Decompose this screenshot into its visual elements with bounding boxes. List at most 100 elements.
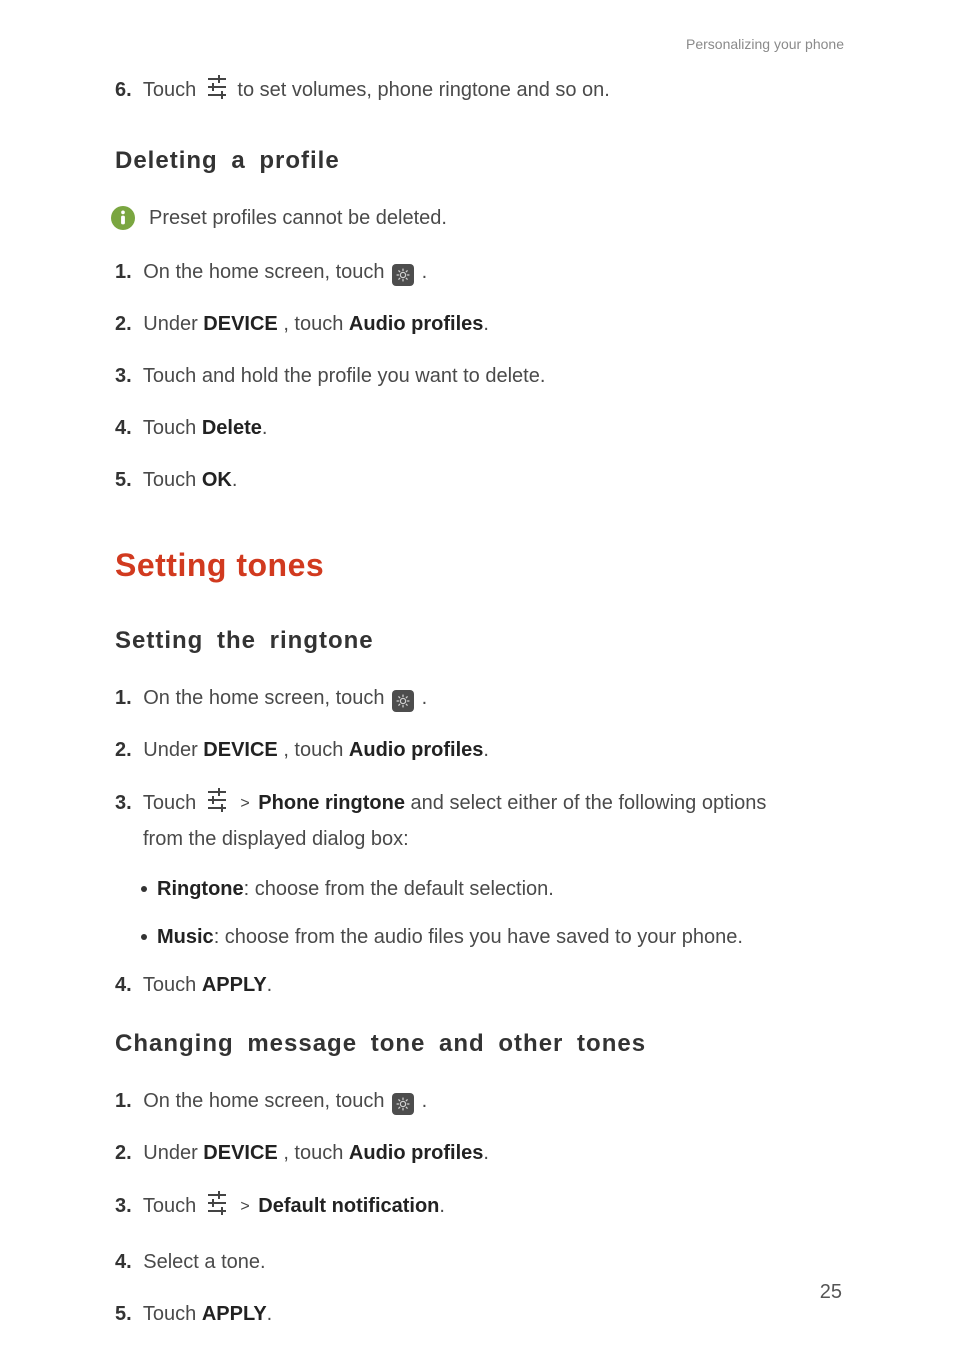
running-head: Personalizing your phone xyxy=(686,34,844,55)
text: Under xyxy=(143,313,203,335)
settings-icon xyxy=(392,690,414,712)
text: : choose from the audio files you have s… xyxy=(214,926,743,948)
bold-text: DEVICE xyxy=(203,313,277,335)
caret-icon: > xyxy=(240,1198,249,1215)
text: . xyxy=(483,1142,489,1164)
bold-text: Delete xyxy=(202,417,262,439)
text: . xyxy=(439,1195,445,1217)
text: . xyxy=(262,417,268,439)
step-number: 5. xyxy=(115,469,132,491)
msg-step-2: 2. Under DEVICE , touch Audio profiles. xyxy=(115,1138,844,1168)
text: . xyxy=(232,469,238,491)
bold-text: OK xyxy=(202,469,232,491)
page-number: 25 xyxy=(820,1277,842,1307)
bullet-icon xyxy=(141,886,147,892)
text: Touch xyxy=(143,417,202,439)
section-heading: Setting tones xyxy=(115,541,844,589)
bold-text: Music xyxy=(157,926,214,948)
step-number: 2. xyxy=(115,1142,132,1164)
bold-text: APPLY xyxy=(202,1303,267,1325)
text: : choose from the default selection. xyxy=(244,878,554,900)
step-number: 1. xyxy=(115,1090,132,1112)
ring-step-4: 4. Touch APPLY. xyxy=(115,970,844,1000)
ring-bullet-2: Music: choose from the audio files you h… xyxy=(141,922,844,952)
bold-text: Audio profiles xyxy=(349,313,483,335)
step-number: 1. xyxy=(115,261,132,283)
step-number: 1. xyxy=(115,687,132,709)
text: On the home screen, touch xyxy=(143,1090,390,1112)
text: Touch xyxy=(143,1303,202,1325)
bold-text: Default notification xyxy=(258,1195,439,1217)
step-number: 2. xyxy=(115,739,132,761)
bold-text: DEVICE xyxy=(203,1142,277,1164)
bold-text: Ringtone xyxy=(157,878,244,900)
text: Under xyxy=(143,1142,203,1164)
text: , touch xyxy=(283,739,349,761)
sliders-icon xyxy=(206,74,228,109)
step-number: 3. xyxy=(115,792,132,814)
bold-text: APPLY xyxy=(202,974,267,996)
text: Touch xyxy=(143,469,202,491)
bold-text: Audio profiles xyxy=(349,1142,483,1164)
msg-step-4: 4. Select a tone. xyxy=(115,1247,844,1277)
text: to set volumes, phone ringtone and so on… xyxy=(237,79,609,101)
sliders-icon xyxy=(206,1190,228,1225)
del-step-3: 3. Touch and hold the profile you want t… xyxy=(115,361,844,391)
del-step-4: 4. Touch Delete. xyxy=(115,413,844,443)
bullet-icon xyxy=(141,934,147,940)
ring-step-2: 2. Under DEVICE , touch Audio profiles. xyxy=(115,735,844,765)
text: and select either of the following optio… xyxy=(411,792,767,814)
text: Touch xyxy=(143,1195,202,1217)
text: Music: choose from the audio files you h… xyxy=(157,922,743,952)
del-step-1: 1. On the home screen, touch . xyxy=(115,257,844,287)
text: . xyxy=(267,1303,273,1325)
text: . xyxy=(483,739,489,761)
settings-icon xyxy=(392,1093,414,1115)
step-number: 5. xyxy=(115,1303,132,1325)
subheading: Setting the ringtone xyxy=(115,623,844,659)
deleting-profile-section: Deleting a profile Preset profiles canno… xyxy=(115,143,844,495)
info-text: Preset profiles cannot be deleted. xyxy=(149,203,447,233)
step-number: 4. xyxy=(115,417,132,439)
text: Touch xyxy=(143,79,202,101)
step-number: 4. xyxy=(115,1251,132,1273)
text: On the home screen, touch xyxy=(143,687,390,709)
subheading: Changing message tone and other tones xyxy=(115,1026,844,1062)
msg-step-1: 1. On the home screen, touch . xyxy=(115,1086,844,1116)
msgtone-section: Changing message tone and other tones 1.… xyxy=(115,1026,844,1329)
caret-icon: > xyxy=(240,795,249,812)
msg-step-3: 3. Touch > Default notification. xyxy=(115,1190,844,1225)
text: Touch xyxy=(143,792,202,814)
bold-text: Phone ringtone xyxy=(258,792,405,814)
text: , touch xyxy=(283,1142,349,1164)
settings-icon xyxy=(392,264,414,286)
step-number: 2. xyxy=(115,313,132,335)
text: , touch xyxy=(283,313,349,335)
text: Select a tone. xyxy=(143,1251,265,1273)
text: . xyxy=(483,313,489,335)
text: Touch and hold the profile you want to d… xyxy=(143,365,546,387)
bold-text: DEVICE xyxy=(203,739,277,761)
text: Touch xyxy=(143,974,202,996)
info-callout: Preset profiles cannot be deleted. xyxy=(111,203,844,233)
del-step-2: 2. Under DEVICE , touch Audio profiles. xyxy=(115,309,844,339)
ring-step-1: 1. On the home screen, touch . xyxy=(115,683,844,713)
step-number: 6. xyxy=(115,79,132,101)
text: Ringtone: choose from the default select… xyxy=(157,874,554,904)
subheading: Deleting a profile xyxy=(115,143,844,179)
text: . xyxy=(422,261,428,283)
ring-step-3-cont: from the displayed dialog box: xyxy=(143,824,844,854)
ring-step-3: 3. Touch > Phone ringtone and select eit… xyxy=(115,787,844,822)
text: Under xyxy=(143,739,203,761)
ring-bullet-1: Ringtone: choose from the default select… xyxy=(141,874,844,904)
bold-text: Audio profiles xyxy=(349,739,483,761)
step-number: 4. xyxy=(115,974,132,996)
text: . xyxy=(422,1090,428,1112)
del-step-5: 5. Touch OK. xyxy=(115,465,844,495)
text: On the home screen, touch xyxy=(143,261,390,283)
text: . xyxy=(267,974,273,996)
msg-step-5: 5. Touch APPLY. xyxy=(115,1299,844,1329)
info-icon xyxy=(111,206,135,230)
sliders-icon xyxy=(206,787,228,822)
ringtone-section: Setting the ringtone 1. On the home scre… xyxy=(115,623,844,1000)
